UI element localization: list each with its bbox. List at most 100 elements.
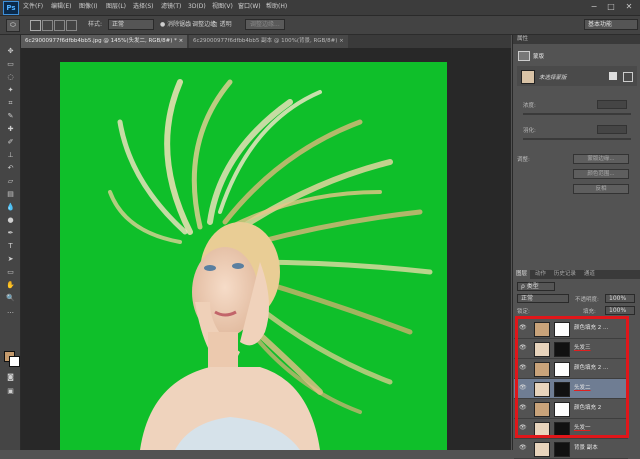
density-slider[interactable] [523, 113, 631, 115]
menu-edit[interactable]: 编辑(E) [51, 2, 71, 12]
tab-actions[interactable]: 动作 [532, 270, 549, 279]
transparent-checkbox[interactable]: □ 透明 [212, 20, 232, 29]
menu-window[interactable]: 窗口(W) [238, 2, 261, 12]
background-color-swatch[interactable] [9, 356, 20, 367]
menu-select[interactable]: 选择(S) [133, 2, 154, 12]
visibility-eye-icon[interactable]: 👁 [519, 324, 527, 331]
new-selection-icon[interactable] [30, 20, 41, 31]
lasso-tool-icon[interactable]: ◌ [5, 73, 16, 82]
close-icon[interactable]: ✕ [621, 2, 637, 12]
mask-edge-button[interactable]: 蒙版边缘... [573, 154, 629, 164]
tab-channels[interactable]: 通道 [581, 270, 598, 279]
maximize-icon[interactable]: □ [603, 2, 619, 12]
menu-filter[interactable]: 滤镜(T) [161, 2, 181, 12]
layer-name: 颜色填充 2 ... [574, 365, 609, 371]
visibility-eye-icon[interactable]: 👁 [519, 364, 527, 371]
hand-tool-icon[interactable]: ✋ [5, 281, 16, 290]
layer-mask-thumbnail[interactable] [554, 402, 570, 417]
shape-tool-icon[interactable]: ▭ [5, 268, 16, 277]
properties-title: 蒙版 [533, 54, 545, 60]
layer-row[interactable]: 👁 头发二 [514, 379, 628, 399]
tab-history[interactable]: 历史记录 [551, 270, 579, 279]
eyedropper-icon[interactable]: ✎ [5, 112, 16, 121]
layer-image-thumbnail[interactable] [534, 422, 550, 437]
visibility-eye-icon[interactable]: 👁 [519, 404, 527, 411]
pen-tool-icon[interactable]: ✒ [5, 229, 16, 238]
zoom-tool-icon[interactable]: 🔍 [5, 294, 16, 303]
mask-selector-row: 未选择蒙版 [517, 66, 637, 86]
tab-document-2[interactable]: 6c29000977f6dfbb4bb5 副本 @ 100%(背景, RGB/8… [189, 35, 348, 48]
mode-select[interactable]: 正常 [108, 19, 154, 30]
quick-mask-icon[interactable]: ◙ [5, 373, 16, 382]
fill-color-thumbnail[interactable] [534, 402, 550, 417]
layer-mask-thumbnail[interactable] [554, 362, 570, 377]
fill-color-thumbnail[interactable] [534, 322, 550, 337]
workspace-select[interactable]: 基本功能 [584, 19, 638, 30]
mask-feather-field[interactable] [597, 125, 627, 134]
marquee-tool-icon[interactable]: ⬭ [6, 19, 20, 32]
extra-tools-icon[interactable]: … [5, 307, 16, 316]
pixel-mask-icon[interactable] [609, 72, 617, 80]
document-canvas[interactable] [60, 62, 447, 450]
menu-help[interactable]: 帮助(H) [266, 2, 287, 12]
feather-slider[interactable] [523, 138, 631, 140]
vector-mask-icon[interactable] [623, 72, 633, 82]
tab-layers[interactable]: 图层 [513, 270, 531, 279]
menu-view[interactable]: 视图(V) [212, 2, 233, 12]
menu-file[interactable]: 文件(F) [23, 2, 43, 12]
tab-document-1[interactable]: 6c29000977f6dfbb4bb5.jpg @ 145%(头发二, RGB… [21, 35, 188, 48]
menu-layer[interactable]: 图层(L) [106, 2, 126, 12]
layer-row[interactable]: 👁 头发一 [514, 419, 628, 439]
fill-color-thumbnail[interactable] [534, 362, 550, 377]
opacity-field[interactable]: 100% [605, 294, 635, 303]
portrait-image [108, 79, 433, 450]
layer-row[interactable]: 👁 颜色填充 2 ... [514, 359, 628, 379]
properties-panel-header: 属性 [513, 35, 640, 44]
visibility-eye-icon[interactable]: 👁 [519, 344, 527, 351]
invert-button[interactable]: 反相 [573, 184, 629, 194]
crop-tool-icon[interactable]: ⌗ [5, 99, 16, 108]
blend-mode-select[interactable]: 正常 [517, 294, 569, 303]
layer-mask-thumbnail[interactable] [554, 422, 570, 437]
layer-mask-thumbnail[interactable] [554, 342, 570, 357]
density-field[interactable] [597, 100, 627, 109]
layer-filter-select[interactable]: ρ 类型 [517, 282, 555, 291]
mask-status-label: 未选择蒙版 [539, 75, 567, 81]
layer-mask-thumbnail[interactable] [554, 322, 570, 337]
screen-mode-icon[interactable]: ▣ [5, 387, 16, 396]
intersect-selection-icon[interactable] [66, 20, 77, 31]
marquee-tool-icon[interactable]: ▭ [5, 60, 16, 69]
layer-row[interactable]: 👁 颜色填充 2 ... [514, 319, 628, 339]
type-tool-icon[interactable]: T [5, 242, 16, 251]
layer-row[interactable]: 👁 背景 副本 [514, 439, 628, 459]
layers-tab-bar: 图层 动作 历史记录 通道 [513, 270, 640, 279]
clone-stamp-icon[interactable]: ⊥ [5, 151, 16, 160]
fill-field[interactable]: 100% [605, 306, 635, 315]
layer-image-thumbnail[interactable] [534, 382, 550, 397]
minimize-icon[interactable]: − [586, 2, 602, 12]
layer-mask-thumbnail[interactable] [554, 382, 570, 397]
visibility-eye-icon[interactable]: 👁 [519, 424, 527, 431]
healing-brush-icon[interactable]: ✚ [5, 125, 16, 134]
layer-row[interactable]: 👁 头发三 [514, 339, 628, 359]
path-selection-icon[interactable]: ➤ [5, 255, 16, 264]
add-selection-icon[interactable] [42, 20, 53, 31]
layer-name: 头发二 [574, 385, 591, 391]
refine-edge-button[interactable]: 调整边缘... [245, 19, 285, 30]
eraser-tool-icon[interactable]: ▱ [5, 177, 16, 186]
move-tool-icon[interactable]: ✥ [5, 47, 16, 56]
subtract-selection-icon[interactable] [54, 20, 65, 31]
menu-bar: Ps 文件(F) 编辑(E) 图像(I) 图层(L) 选择(S) 滤镜(T) 3… [0, 0, 640, 16]
color-range-button[interactable]: 颜色范围... [573, 169, 629, 179]
layer-row[interactable]: 👁 颜色填充 2 [514, 399, 628, 419]
brush-tool-icon[interactable]: ✐ [5, 138, 16, 147]
menu-image[interactable]: 图像(I) [79, 2, 97, 12]
visibility-eye-icon[interactable]: 👁 [519, 384, 527, 391]
layer-image-thumbnail[interactable] [534, 342, 550, 357]
blur-tool-icon[interactable]: 💧 [5, 203, 16, 212]
dodge-tool-icon[interactable]: ● [5, 216, 16, 225]
menu-3d[interactable]: 3D(D) [188, 2, 206, 12]
history-brush-icon[interactable]: ↶ [5, 164, 16, 173]
gradient-tool-icon[interactable]: ▤ [5, 190, 16, 199]
magic-wand-icon[interactable]: ✦ [5, 86, 16, 95]
